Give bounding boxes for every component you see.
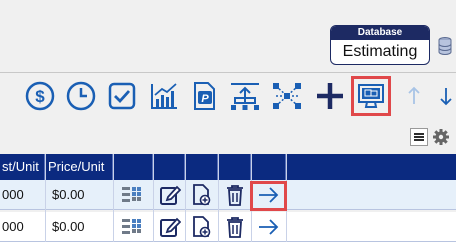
clock-icon[interactable] — [65, 80, 97, 112]
trash-icon[interactable] — [224, 216, 246, 238]
column-divider — [113, 154, 114, 242]
list-menu-icon[interactable] — [410, 128, 428, 146]
edit-icon[interactable] — [159, 216, 182, 238]
database-cylinder-icon[interactable] — [438, 37, 452, 55]
column-header-price-unit[interactable]: Price/Unit — [45, 154, 113, 180]
pdf-document-icon[interactable]: P — [188, 80, 220, 112]
edit-icon[interactable] — [159, 184, 182, 206]
database-name: Estimating — [342, 43, 418, 60]
price-unit-cell: $0.00 — [52, 187, 85, 202]
grid-list-icon[interactable] — [121, 184, 143, 206]
cost-unit-cell: 000 — [2, 187, 24, 202]
trash-icon[interactable] — [224, 184, 246, 206]
column-divider — [153, 154, 154, 242]
column-header-blank — [113, 154, 153, 180]
column-header-blank — [251, 154, 286, 180]
plus-icon[interactable] — [313, 80, 347, 112]
monitor-icon[interactable] — [355, 80, 387, 112]
column-header-blank — [218, 154, 251, 180]
column-header-blank — [185, 154, 218, 180]
database-selector[interactable]: Database Estimating — [330, 25, 430, 65]
arrow-down-icon[interactable] — [436, 80, 456, 112]
network-nodes-icon[interactable] — [270, 80, 304, 112]
column-header-cost-unit[interactable]: st/Unit — [0, 154, 45, 180]
checkbox-icon[interactable] — [106, 80, 138, 112]
toolbar-separator — [0, 72, 456, 73]
upload-icon[interactable] — [228, 80, 262, 112]
arrow-right-icon[interactable] — [257, 184, 279, 206]
gear-icon[interactable] — [432, 128, 450, 146]
database-header-label: Database — [331, 26, 429, 40]
grid-header: st/Unit Price/Unit — [0, 154, 456, 180]
arrow-right-icon[interactable] — [257, 216, 279, 238]
new-document-icon[interactable] — [191, 184, 213, 206]
chart-growth-icon[interactable] — [148, 80, 180, 112]
new-document-icon[interactable] — [191, 216, 213, 238]
column-divider — [45, 154, 46, 242]
column-header-blank — [153, 154, 185, 180]
app-window: Database Estimating $ P st/Unit Price/Un… — [0, 0, 456, 242]
svg-text:P: P — [201, 93, 209, 105]
arrow-up-icon[interactable] — [404, 80, 424, 112]
grid-list-icon[interactable] — [121, 216, 143, 238]
svg-text:$: $ — [35, 87, 45, 106]
price-unit-cell: $0.00 — [52, 219, 85, 234]
column-divider — [218, 154, 219, 242]
column-divider — [185, 154, 186, 242]
cost-unit-cell: 000 — [2, 219, 24, 234]
dollar-circle-icon[interactable]: $ — [24, 80, 56, 112]
